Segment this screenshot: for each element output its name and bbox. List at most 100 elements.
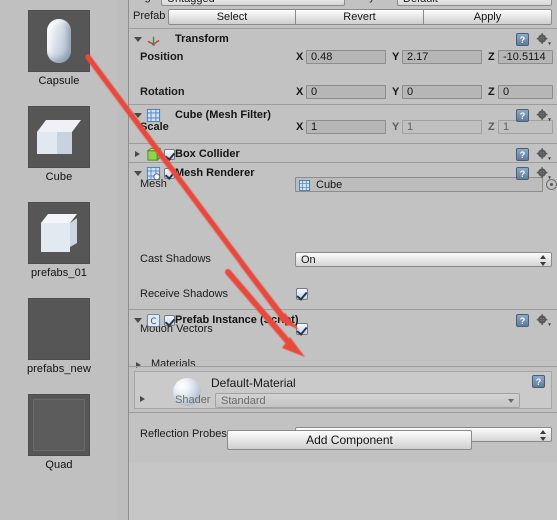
layer-label: Layer bbox=[357, 0, 385, 3]
component-title: Mesh Renderer bbox=[175, 167, 255, 179]
foldout-icon[interactable] bbox=[134, 171, 142, 176]
mesh-renderer-icon bbox=[146, 166, 161, 181]
shader-label: Shader bbox=[175, 394, 211, 406]
shader-value: Standard bbox=[221, 395, 266, 407]
add-component-button[interactable]: Add Component bbox=[227, 430, 472, 450]
position-x-input[interactable]: 0.48 bbox=[306, 50, 386, 64]
transform-row-position[interactable]: Position X 0.48 Y 2.17 Z -10.5114 bbox=[129, 49, 557, 66]
capsule-mesh-icon bbox=[47, 19, 71, 63]
prefab-select-button[interactable]: Select bbox=[168, 9, 296, 25]
asset-item-capsule[interactable]: Capsule bbox=[0, 10, 118, 87]
tag-label: Tag bbox=[133, 0, 151, 3]
mesh-renderer-enabled-checkbox[interactable] bbox=[164, 168, 175, 179]
project-panel[interactable]: Capsule Cube prefabs_01 prefabs_new Quad bbox=[0, 0, 119, 520]
chevron-updown-icon bbox=[540, 255, 547, 266]
row-cast-shadows[interactable]: Cast Shadows On bbox=[129, 251, 557, 268]
box-collider-enabled-checkbox[interactable] bbox=[164, 149, 175, 160]
help-icon[interactable]: ? bbox=[532, 375, 545, 388]
material-name: Default-Material bbox=[211, 376, 296, 390]
prefab-toolbar[interactable]: Prefab Select Revert Apply bbox=[129, 8, 557, 27]
material-preview-block[interactable]: Default-Material Shader Standard ? bbox=[134, 371, 552, 409]
prefab-bar-label: Prefab bbox=[133, 10, 166, 22]
position-y-input[interactable]: 2.17 bbox=[402, 50, 482, 64]
component-title: Transform bbox=[175, 33, 229, 45]
asset-item-cube[interactable]: Cube bbox=[0, 106, 118, 183]
gear-icon[interactable] bbox=[536, 167, 551, 180]
gear-icon[interactable] bbox=[536, 109, 551, 122]
empty-prefab-icon bbox=[29, 299, 89, 359]
rotation-y-input[interactable]: 0 bbox=[402, 85, 482, 99]
component-title: Cube (Mesh Filter) bbox=[175, 109, 271, 121]
asset-label: Capsule bbox=[38, 75, 80, 87]
cast-shadows-label: Cast Shadows bbox=[140, 253, 211, 265]
axis-y-label: Y bbox=[392, 51, 400, 63]
cast-shadows-dropdown[interactable]: On bbox=[295, 252, 552, 267]
transform-row-rotation[interactable]: Rotation X 0 Y 0 Z 0 bbox=[129, 84, 557, 101]
help-icon[interactable]: ? bbox=[516, 109, 529, 122]
asset-item-prefabs-new[interactable]: prefabs_new bbox=[0, 298, 118, 375]
asset-thumbnail-quad[interactable] bbox=[28, 394, 90, 456]
chevron-down-icon bbox=[508, 396, 515, 407]
component-title: Prefab Instance (Script) bbox=[175, 314, 299, 326]
cast-shadows-value: On bbox=[301, 254, 316, 266]
chevron-updown-icon bbox=[540, 430, 547, 441]
help-icon[interactable]: ? bbox=[516, 148, 529, 161]
receive-shadows-label: Receive Shadows bbox=[140, 288, 229, 300]
foldout-icon[interactable] bbox=[136, 362, 141, 368]
gear-icon[interactable] bbox=[536, 33, 551, 46]
asset-label: prefabs_01 bbox=[30, 267, 88, 279]
axis-x-label: X bbox=[296, 86, 304, 98]
foldout-icon[interactable] bbox=[134, 113, 142, 118]
transform-icon bbox=[147, 36, 160, 46]
help-icon[interactable]: ? bbox=[516, 167, 529, 180]
prefab-revert-button[interactable]: Revert bbox=[296, 9, 424, 25]
panel-splitter[interactable] bbox=[118, 0, 129, 520]
row-label: Position bbox=[140, 51, 184, 63]
foldout-icon[interactable] bbox=[140, 396, 145, 402]
component-title: Box Collider bbox=[175, 148, 240, 160]
component-header-prefab-instance[interactable]: C Prefab Instance (Script) ? bbox=[129, 311, 557, 330]
receive-shadows-checkbox[interactable] bbox=[296, 288, 308, 300]
svg-text:C: C bbox=[151, 316, 157, 326]
asset-thumbnail-capsule[interactable] bbox=[28, 10, 90, 72]
component-header-mesh-filter[interactable]: Cube (Mesh Filter) ? bbox=[129, 106, 557, 125]
tag-dropdown[interactable]: Untagged bbox=[161, 0, 345, 6]
asset-thumbnail-cube[interactable] bbox=[28, 106, 90, 168]
foldout-icon[interactable] bbox=[135, 151, 140, 157]
gear-icon[interactable] bbox=[536, 148, 551, 161]
axis-z-label: Z bbox=[488, 51, 495, 63]
axis-x-label: X bbox=[296, 51, 304, 63]
help-icon[interactable]: ? bbox=[516, 314, 529, 327]
script-icon: C bbox=[146, 313, 161, 328]
asset-item-quad[interactable]: Quad bbox=[0, 394, 118, 471]
asset-label: prefabs_new bbox=[26, 363, 92, 375]
prefab-instance-enabled-checkbox[interactable] bbox=[164, 315, 175, 326]
cube-mesh-icon bbox=[37, 120, 81, 154]
gear-icon[interactable] bbox=[536, 314, 551, 327]
tag-layer-row[interactable]: Tag Untagged Layer Default bbox=[129, 0, 557, 7]
asset-label: Cube bbox=[45, 171, 73, 183]
help-icon[interactable]: ? bbox=[516, 33, 529, 46]
foldout-icon[interactable] bbox=[134, 37, 142, 42]
asset-thumbnail-prefabs-new[interactable] bbox=[28, 298, 90, 360]
prefab-apply-button[interactable]: Apply bbox=[424, 9, 552, 25]
rotation-x-input[interactable]: 0 bbox=[306, 85, 386, 99]
asset-thumbnail-prefabs-01[interactable] bbox=[28, 202, 90, 264]
unity-editor-screenshot: Capsule Cube prefabs_01 prefabs_new Quad… bbox=[0, 0, 557, 520]
rotation-z-input[interactable]: 0 bbox=[498, 85, 553, 99]
layer-dropdown[interactable]: Default bbox=[397, 0, 552, 6]
prefab-cube-icon bbox=[41, 214, 77, 252]
row-receive-shadows[interactable]: Receive Shadows bbox=[129, 286, 557, 303]
position-z-input[interactable]: -10.5114 bbox=[498, 50, 553, 64]
mesh-filter-icon bbox=[146, 108, 161, 123]
asset-item-prefabs-01[interactable]: prefabs_01 bbox=[0, 202, 118, 279]
foldout-icon[interactable] bbox=[134, 318, 142, 323]
component-header-mesh-renderer[interactable]: Mesh Renderer ? bbox=[129, 164, 557, 183]
row-label: Rotation bbox=[140, 86, 185, 98]
shader-dropdown[interactable]: Standard bbox=[215, 393, 520, 408]
reflection-probes-label: Reflection Probes bbox=[140, 428, 227, 440]
inspector-panel[interactable]: Tag Untagged Layer Default Prefab Select… bbox=[129, 0, 557, 520]
component-header-transform[interactable]: Transform ? bbox=[129, 30, 557, 49]
quad-mesh-icon bbox=[33, 399, 85, 451]
inspector-empty-area bbox=[129, 462, 557, 520]
